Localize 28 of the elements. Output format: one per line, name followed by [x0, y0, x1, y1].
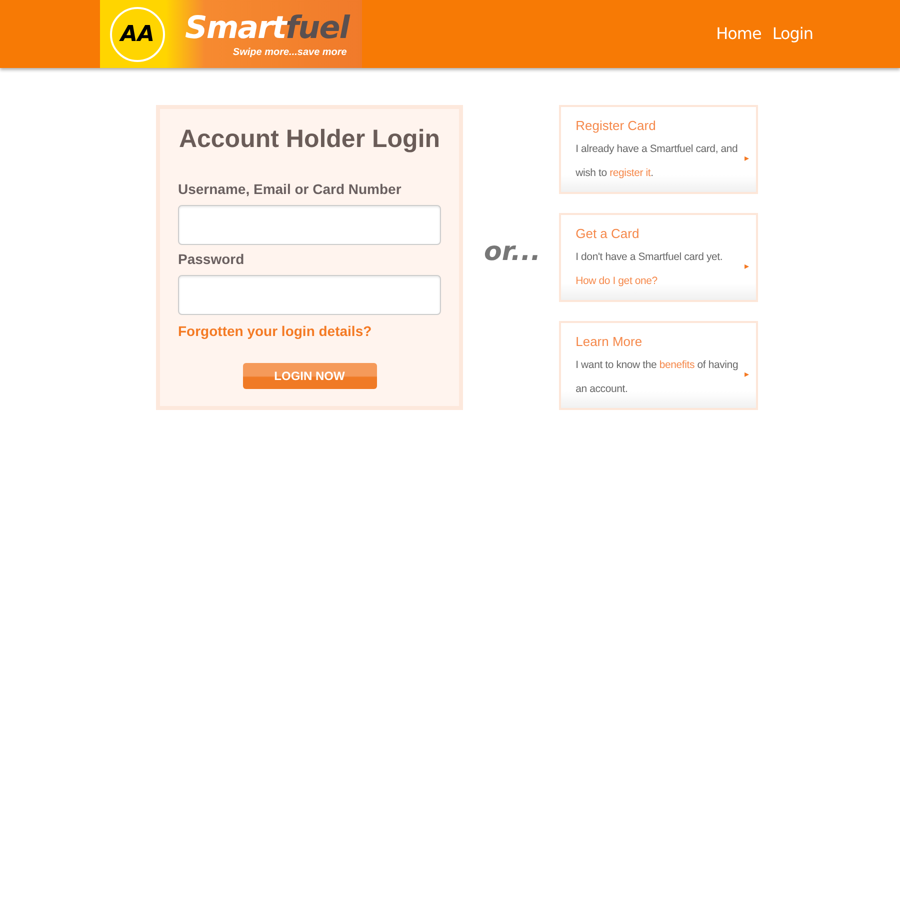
or-text: or... [484, 236, 541, 269]
info-card[interactable]: Get a Card I don't have a Smartfuel card yet. How do I get one? ▸ [558, 213, 758, 302]
input-field[interactable] [178, 205, 441, 245]
card-text: I don't have a Smartfuel card yet. How do I get one? [576, 250, 724, 288]
card-link[interactable]: register it [610, 166, 651, 178]
field-label: Username, Email or Card Number [178, 180, 402, 199]
card-text: I already have a Smartfuel card, and wish to register it. [576, 142, 739, 180]
card-link[interactable]: benefits [659, 358, 695, 370]
aa-badge: AA [110, 6, 165, 62]
card-text: I want to know the benefits of having an account. [576, 358, 740, 396]
arrow-icon: ▸ [744, 370, 750, 379]
tagline: Swipe more...save more [232, 46, 347, 60]
card-title: Get a Card [576, 225, 640, 243]
card-link[interactable]: How do I get one? [576, 274, 658, 286]
card-title: Learn More [576, 333, 644, 351]
info-card[interactable]: Register Card I already have a Smartfuel card, and wish to register it. ▸ [558, 105, 758, 194]
card-title: Register Card [576, 117, 657, 135]
brand-name: Smartfuel [185, 8, 351, 46]
arrow-icon: ▸ [744, 262, 750, 271]
forgot-link[interactable]: Forgotten your login details? [178, 321, 441, 342]
nav-link[interactable]: Login [772, 22, 813, 46]
field-label: Password [178, 250, 246, 269]
login-title: Account Holder Login [178, 124, 441, 155]
info-card[interactable]: Learn More I want to know the benefits of having an account. ▸ [558, 321, 758, 410]
login-button[interactable]: LOGIN NOW [242, 363, 376, 389]
input-field[interactable] [178, 275, 441, 315]
nav-link[interactable]: Home [716, 22, 762, 46]
arrow-icon: ▸ [744, 154, 750, 163]
